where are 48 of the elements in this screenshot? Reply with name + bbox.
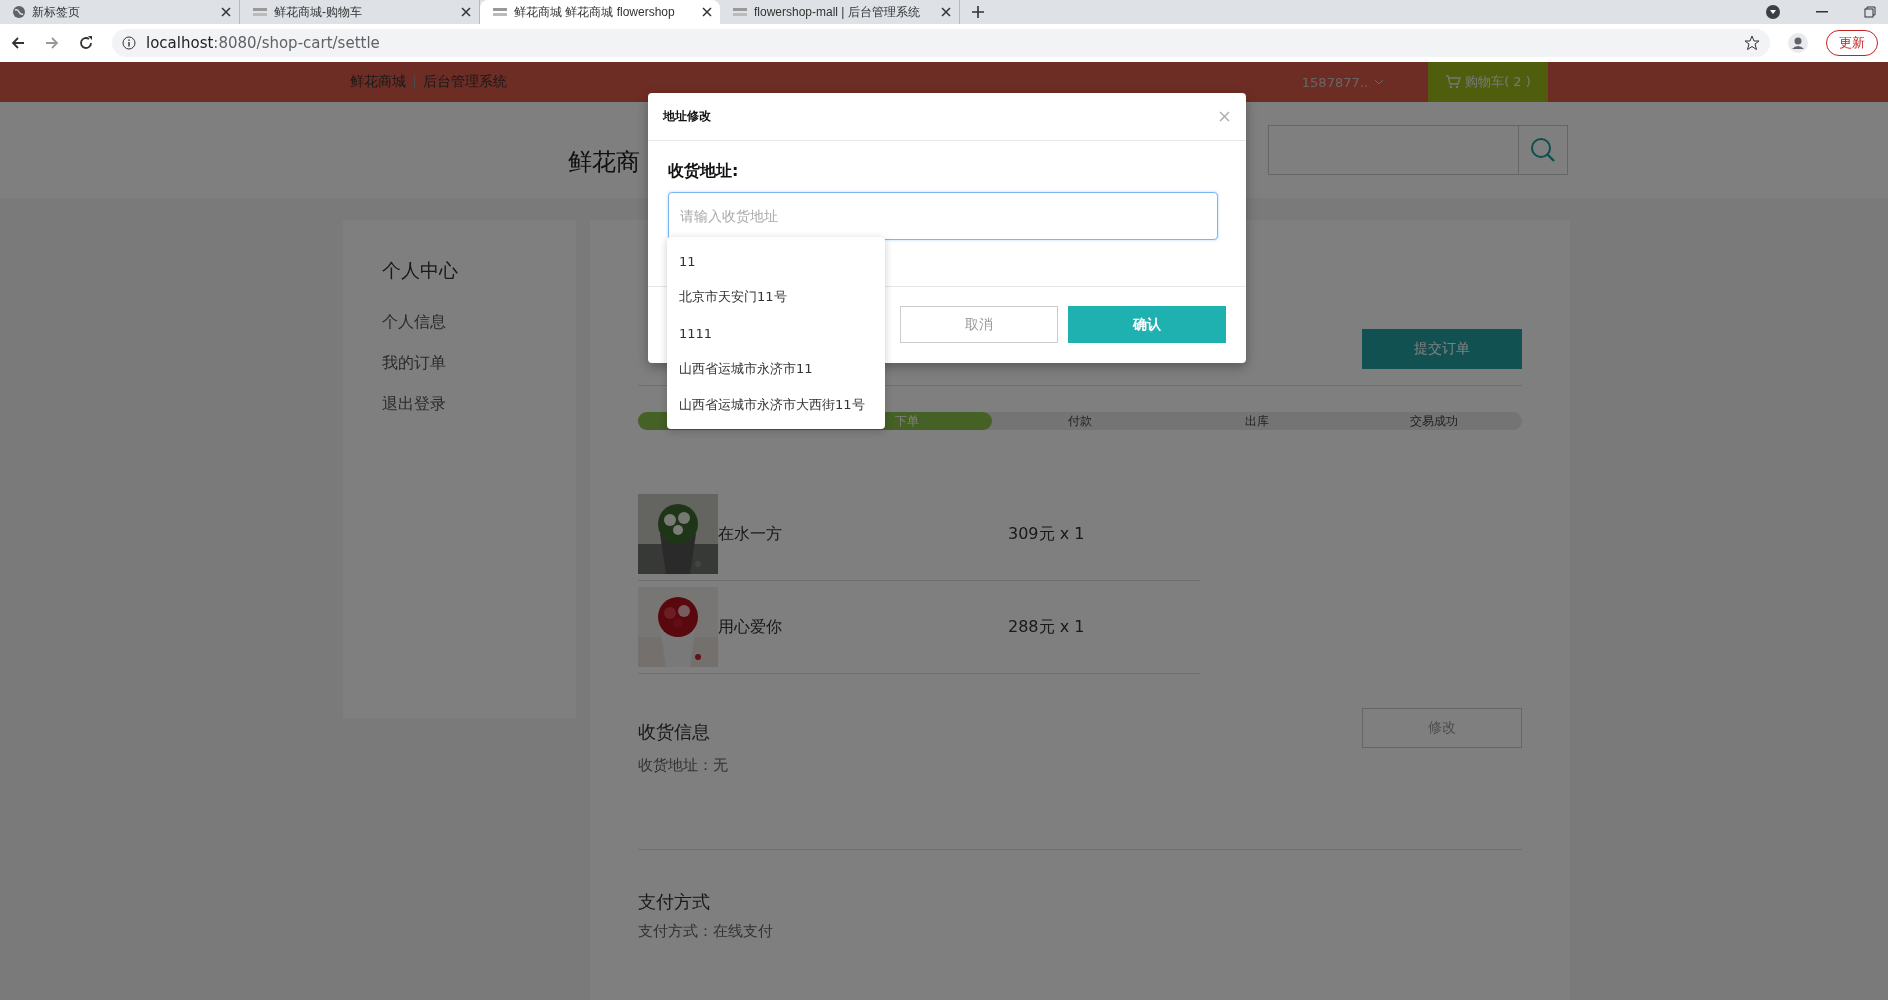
reload-icon[interactable] xyxy=(78,35,94,51)
product-price: 309元 x 1 xyxy=(1008,523,1085,545)
url-text: localhost:8080/shop-cart/settle xyxy=(146,34,380,52)
progress-step: 付款 xyxy=(991,412,1169,430)
sidebar-link[interactable]: 个人信息 xyxy=(382,312,576,333)
info-icon[interactable] xyxy=(122,36,136,50)
dialog-title: 地址修改 xyxy=(663,108,711,125)
dropdown-icon[interactable] xyxy=(1766,5,1780,19)
star-icon[interactable] xyxy=(1744,35,1760,51)
tab-title: 鲜花商城 鲜花商城 flowershop xyxy=(514,3,676,21)
restore-icon[interactable] xyxy=(1864,6,1876,18)
close-icon[interactable] xyxy=(461,7,471,17)
update-button[interactable]: 更新 xyxy=(1826,30,1878,56)
product-name: 用心爱你 xyxy=(718,616,783,638)
product-price: 288元 x 1 xyxy=(1008,616,1085,638)
suggestion-item[interactable]: 山西省运城市永济市11 xyxy=(667,351,885,387)
search-icon xyxy=(1530,137,1556,163)
browser-tab[interactable]: 鲜花商城 鲜花商城 flowershop xyxy=(480,0,720,24)
suggestion-item[interactable]: 北京市天安门11号 xyxy=(667,279,885,315)
address-input[interactable]: 请输入收货地址 xyxy=(668,192,1218,240)
back-icon[interactable] xyxy=(10,35,26,51)
tab-title: 新标签页 xyxy=(32,3,81,21)
payment-line: 支付方式：在线支付 xyxy=(638,922,774,941)
sidebar-link[interactable]: 退出登录 xyxy=(382,394,576,415)
sidebar-title: 个人中心 xyxy=(382,258,459,283)
product-name: 在水一方 xyxy=(718,523,783,545)
suggestion-item[interactable]: 1111 xyxy=(667,315,885,351)
progress-step: 出库 xyxy=(1168,412,1346,430)
profile-icon[interactable] xyxy=(1788,33,1808,53)
forward-icon[interactable] xyxy=(44,35,60,51)
field-label: 收货地址: xyxy=(668,161,740,182)
progress-step: 交易成功 xyxy=(1345,412,1522,430)
search-field[interactable] xyxy=(1268,125,1518,175)
section-title: 收货信息 xyxy=(638,720,710,744)
close-icon[interactable] xyxy=(702,7,712,17)
close-icon[interactable] xyxy=(221,7,231,17)
sidebar-link[interactable]: 我的订单 xyxy=(382,353,576,374)
globe-icon xyxy=(12,5,26,19)
section-title: 支付方式 xyxy=(638,890,710,914)
close-icon[interactable] xyxy=(941,7,951,17)
suggestion-item[interactable]: 11 xyxy=(667,243,885,279)
cart-icon xyxy=(1445,75,1462,89)
tab-title: flowershop-mall | 后台管理系统 xyxy=(754,3,921,21)
address-field[interactable]: localhost:8080/shop-cart/settle xyxy=(112,29,1770,57)
site-title: 鲜花商 xyxy=(568,147,640,178)
tab-title: 鲜花商城-购物车 xyxy=(274,3,363,21)
minimize-icon[interactable] xyxy=(1816,11,1828,13)
address-line: 收货地址：无 xyxy=(638,756,729,775)
